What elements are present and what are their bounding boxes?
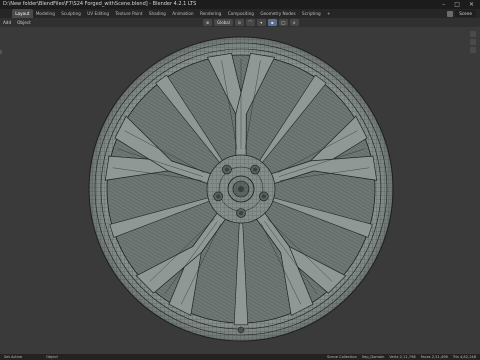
lug-hole-inner xyxy=(253,167,258,172)
valve-hole xyxy=(237,326,245,334)
menu-object[interactable]: Object xyxy=(17,18,31,27)
toolbar-tab[interactable] xyxy=(0,50,2,54)
orientation-dropdown[interactable]: Global xyxy=(214,19,233,26)
status-bar: Set Active Object Scene Collection Sep_D… xyxy=(0,354,480,360)
tab-compositing[interactable]: Compositing xyxy=(225,9,258,18)
window-controls: – □ ✕ xyxy=(442,0,474,9)
snap-target-icon[interactable]: ▾ xyxy=(256,19,266,26)
tab-geometry-nodes[interactable]: Geometry Nodes xyxy=(257,9,299,18)
menu-add[interactable]: Add xyxy=(3,18,11,27)
transform-orientation-icon[interactable]: ⊕ xyxy=(203,19,212,26)
window-title: D:\New folder\BlendFiles\F7\S24 Forged_w… xyxy=(3,1,197,7)
lug-hole-inner xyxy=(239,211,243,215)
tab-animation[interactable]: Animation xyxy=(169,9,197,18)
tab-layout[interactable]: Layout xyxy=(12,9,33,18)
tab-modeling[interactable]: Modeling xyxy=(33,9,58,18)
falloff-icon[interactable]: ∧ xyxy=(289,19,299,26)
pan-icon[interactable] xyxy=(470,47,476,53)
title-bar: D:\New folder\BlendFiles\F7\S24 Forged_w… xyxy=(0,0,480,9)
wheel-mesh xyxy=(88,36,394,342)
status-hint-select: Set Active xyxy=(4,355,23,359)
tab-rendering[interactable]: Rendering xyxy=(197,9,225,18)
status-tris: Tris 4,82,146 xyxy=(452,355,476,359)
status-faces: Faces 2,51,498 xyxy=(420,355,448,359)
scene-icon xyxy=(447,10,454,17)
lug-hole-inner xyxy=(216,194,221,199)
viewport-header: Add Object ⊕ Global ⊙ ⌒ ▾ ▪ ◯ ∧ xyxy=(0,18,480,27)
transform-tools: ⊕ Global ⊙ ⌒ ▾ ▪ ◯ ∧ xyxy=(203,19,299,26)
lug-hole-inner xyxy=(261,194,266,199)
status-collection: Scene Collection xyxy=(326,355,357,359)
proportional-edit-icon[interactable]: ◯ xyxy=(278,19,288,26)
view-gizmo-icon[interactable] xyxy=(470,31,476,37)
tab-uv-editing[interactable]: UV Editing xyxy=(84,9,112,18)
zoom-icon[interactable] xyxy=(470,39,476,45)
status-hint-object: Object xyxy=(46,355,58,359)
lug-hole-inner xyxy=(224,167,229,172)
status-verts: Verts 2,11,798 xyxy=(389,355,416,359)
scene-selector: Scene xyxy=(447,10,476,17)
tab-scripting[interactable]: Scripting xyxy=(299,9,324,18)
3d-viewport[interactable] xyxy=(0,27,480,354)
tab-sculpting[interactable]: Sculpting xyxy=(58,9,84,18)
workspace-tabs: Layout Modeling Sculpting UV Editing Tex… xyxy=(0,9,480,18)
pivot-icon[interactable]: ⊙ xyxy=(234,19,244,26)
tab-texture-paint[interactable]: Texture Paint xyxy=(112,9,145,18)
close-icon[interactable]: ✕ xyxy=(469,0,474,9)
minimize-icon[interactable]: – xyxy=(442,0,445,9)
status-object: Sep_Domain xyxy=(361,355,385,359)
tab-shading[interactable]: Shading xyxy=(146,9,169,18)
maximize-icon[interactable]: □ xyxy=(454,0,460,9)
scene-name[interactable]: Scene xyxy=(455,10,476,17)
snap-icon[interactable]: ⌒ xyxy=(245,19,255,26)
snap-increment-icon[interactable]: ▪ xyxy=(267,19,277,26)
add-workspace-button[interactable]: + xyxy=(324,9,334,18)
